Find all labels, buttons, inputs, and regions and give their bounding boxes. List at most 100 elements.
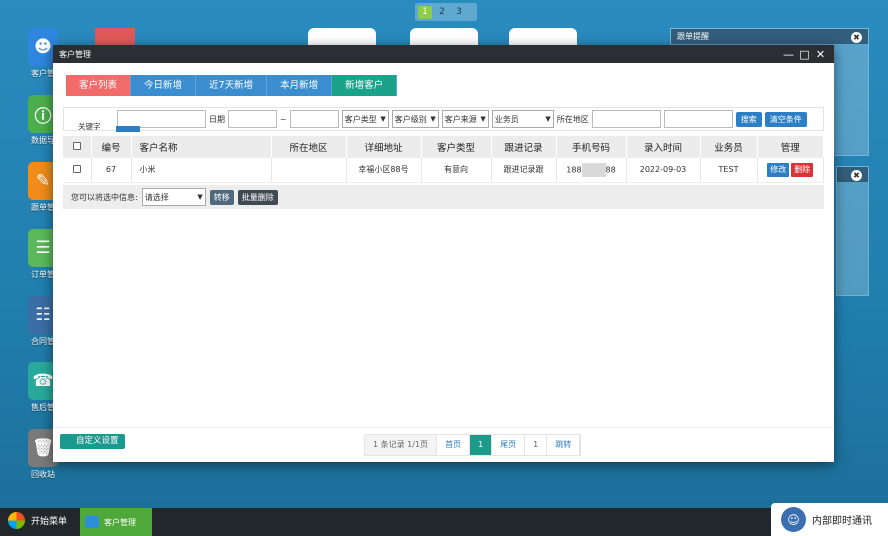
pager-info: 1 条记录 1/1页	[365, 435, 438, 455]
cell-region	[271, 158, 347, 183]
col-address[interactable]: 详细地址	[346, 136, 422, 158]
windows-logo-icon	[8, 512, 25, 529]
cell-followup[interactable]: 跟进记录跟	[491, 158, 557, 183]
customer-window: 客户管理 — □ ✕ 客户列表 今日新增 近7天新增 本月新增 新增客户 关键字…	[53, 45, 834, 462]
pager-current[interactable]: 1	[470, 435, 493, 455]
cell-created: 2022-09-03	[626, 158, 701, 183]
row-checkbox[interactable]	[72, 164, 81, 173]
desktop-page-3[interactable]: 3	[452, 6, 466, 19]
date-end-input[interactable]	[289, 110, 339, 128]
customer-level-value: 客户级别	[394, 114, 427, 124]
clear-filter-button[interactable]: 清空条件	[764, 111, 807, 127]
row-select-cell	[63, 158, 92, 183]
tab-today-new[interactable]: 今日新增	[131, 75, 197, 96]
phone-mask	[581, 162, 606, 177]
close-icon[interactable]: ✖	[851, 32, 862, 43]
tab-month-new[interactable]: 本月新增	[267, 75, 333, 96]
pager-last[interactable]: 尾页	[492, 435, 526, 455]
cell-manage: 修改 删除	[757, 158, 824, 183]
salesman-select[interactable]: 业务员 ▼	[491, 110, 554, 128]
tab-add-customer[interactable]: 新增客户	[332, 75, 398, 96]
desktop-icon-label: 回收站	[31, 470, 55, 479]
maximize-icon[interactable]: □	[799, 49, 810, 60]
col-created[interactable]: 录入时间	[626, 136, 701, 158]
table-row: 67 小米 幸福小区88号 有意向 跟进记录跟 188 88 2022-09-03…	[63, 158, 824, 183]
cell-id: 67	[91, 158, 132, 183]
phone-suffix: 88	[605, 165, 616, 175]
chevron-down-icon: ▼	[197, 193, 203, 201]
move-button[interactable]: 转移	[209, 189, 234, 205]
col-phone[interactable]: 手机号码	[556, 136, 627, 158]
custom-settings-button[interactable]: 自定义设置	[60, 434, 125, 449]
batch-label: 您可以将选中信息:	[71, 192, 138, 202]
batch-delete-button[interactable]: 批量删除	[237, 189, 278, 205]
desktop-page-2[interactable]: 2	[435, 6, 449, 19]
tab-7day-new[interactable]: 近7天新增	[196, 75, 268, 96]
pager-first[interactable]: 首页	[437, 435, 471, 455]
desktop-page-1[interactable]: 1	[418, 5, 432, 19]
col-region[interactable]: 所在地区	[271, 136, 347, 158]
chevron-down-icon: ▼	[480, 115, 486, 123]
keyword-submit-button[interactable]	[116, 126, 140, 132]
region-label: 所在地区	[556, 114, 589, 124]
select-all-header	[63, 136, 92, 158]
window-footer: 自定义设置 1 条记录 1/1页 首页 1 尾页 1 跳转	[53, 427, 834, 462]
internal-chat-button[interactable]: ☺ 内部即时通讯	[771, 503, 888, 536]
col-followup[interactable]: 跟进记录	[491, 136, 557, 158]
batch-action-bar: 您可以将选中信息: 请选择 ▼ 转移 批量删除	[63, 185, 824, 209]
cell-name: 小米	[131, 158, 272, 183]
pagination: 1 条记录 1/1页 首页 1 尾页 1 跳转	[364, 434, 582, 456]
user-group-icon	[85, 516, 99, 528]
tab-bar: 客户列表 今日新增 近7天新增 本月新增 新增客户	[66, 75, 398, 96]
filter-bar: 关键字 日期 ~ 客户类型 ▼ 客户级别 ▼ 客户来源 ▼ 业务员 ▼ 所在地区 搜索 …	[63, 107, 824, 131]
close-icon[interactable]: ✕	[815, 49, 826, 60]
customer-type-select[interactable]: 客户类型 ▼	[341, 110, 389, 128]
cell-salesman: TEST	[700, 158, 758, 183]
start-label: 开始菜单	[31, 517, 68, 527]
col-name[interactable]: 客户名称	[131, 136, 272, 158]
col-id[interactable]: 编号	[91, 136, 132, 158]
chevron-down-icon: ▼	[545, 115, 551, 123]
cell-address: 幸福小区88号	[346, 158, 422, 183]
batch-select-value: 请选择	[144, 192, 169, 202]
start-menu-button[interactable]: 开始菜单	[8, 512, 67, 529]
window-title: 客户管理	[59, 49, 91, 59]
desktop-app-tile[interactable]	[95, 28, 135, 46]
pager-jump-button[interactable]: 跳转	[547, 435, 581, 455]
customer-table: 编号 客户名称 所在地区 详细地址 客户类型 跟进记录 手机号码 录入时间 业务…	[63, 136, 824, 183]
delete-button[interactable]: 删除	[791, 162, 814, 177]
search-button[interactable]: 搜索	[735, 111, 762, 127]
chevron-down-icon: ▼	[430, 115, 436, 123]
salesman-value: 业务员	[494, 114, 519, 124]
customer-source-value: 客户来源	[444, 114, 477, 124]
window-titlebar[interactable]: 客户管理 — □ ✕	[53, 45, 834, 63]
cell-phone: 188 88	[556, 158, 627, 183]
edit-button[interactable]: 修改	[767, 162, 790, 177]
col-type[interactable]: 客户类型	[421, 136, 492, 158]
phone-prefix: 188	[566, 165, 582, 175]
region-detail-input[interactable]	[663, 110, 733, 128]
date-label: 日期	[209, 114, 225, 124]
col-salesman[interactable]: 业务员	[700, 136, 758, 158]
customer-level-select[interactable]: 客户级别 ▼	[391, 110, 439, 128]
keyword-label: 关键字	[78, 122, 101, 131]
col-manage: 管理	[757, 136, 824, 158]
taskbar-item-customer[interactable]: 客户管理	[80, 508, 152, 536]
tab-customer-list[interactable]: 客户列表	[66, 75, 132, 96]
customer-source-select[interactable]: 客户来源 ▼	[441, 110, 489, 128]
region-input[interactable]	[591, 110, 661, 128]
minimize-icon[interactable]: —	[783, 49, 794, 60]
close-icon[interactable]: ✖	[851, 170, 862, 181]
taskbar-item-label: 客户管理	[104, 517, 136, 527]
range-separator: ~	[280, 114, 287, 124]
date-start-input[interactable]	[228, 110, 277, 128]
pager-goto-input[interactable]: 1	[525, 435, 548, 455]
widget-title: 跟单提醒	[671, 29, 868, 44]
select-all-checkbox[interactable]	[72, 141, 81, 150]
table-header-row: 编号 客户名称 所在地区 详细地址 客户类型 跟进记录 手机号码 录入时间 业务…	[63, 136, 824, 158]
desktop-widget: ✖	[836, 166, 869, 296]
avatar: ☺	[781, 507, 806, 532]
desktop-pager: 1 2 3	[415, 3, 477, 21]
batch-select[interactable]: 请选择 ▼	[141, 188, 206, 206]
cell-type: 有意向	[421, 158, 492, 183]
